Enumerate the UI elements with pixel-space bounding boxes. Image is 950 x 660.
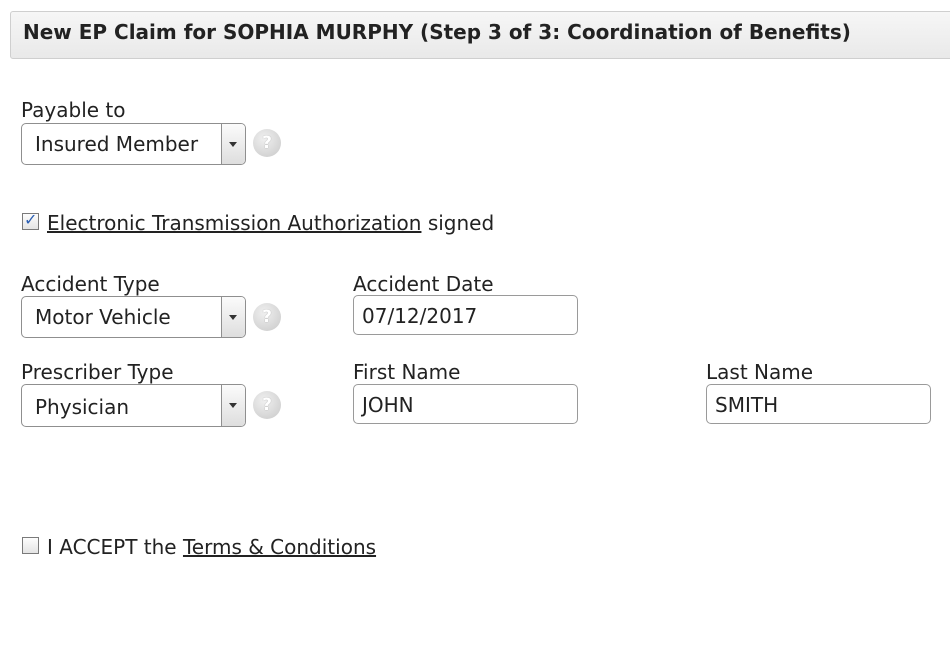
terms-link[interactable]: Terms & Conditions xyxy=(183,535,376,559)
accident-date-input[interactable]: 07/12/2017 xyxy=(353,295,578,335)
eta-checkbox[interactable]: ✓ xyxy=(22,210,39,230)
terms-prefix: I ACCEPT the xyxy=(47,535,177,559)
payable-to-select[interactable]: Insured Member xyxy=(21,123,246,165)
last-name-value: SMITH xyxy=(715,393,779,417)
prescriber-type-label: Prescriber Type xyxy=(21,360,174,384)
first-name-value: JOHN xyxy=(362,393,414,417)
page-header: New EP Claim for SOPHIA MURPHY (Step 3 o… xyxy=(10,11,950,59)
prescriber-type-select[interactable]: Physician xyxy=(21,384,246,427)
help-icon[interactable]: ? xyxy=(253,129,281,157)
accident-type-select[interactable]: Motor Vehicle xyxy=(21,296,246,338)
last-name-label: Last Name xyxy=(706,360,814,384)
eta-text: Electronic Transmission Authorization si… xyxy=(47,211,494,235)
payable-to-value: Insured Member xyxy=(35,132,199,156)
help-icon[interactable]: ? xyxy=(253,391,281,419)
accident-date-label: Accident Date xyxy=(353,272,494,296)
help-icon[interactable]: ? xyxy=(253,303,281,331)
terms-text: I ACCEPT the Terms & Conditions xyxy=(47,535,376,559)
accident-date-value: 07/12/2017 xyxy=(362,304,478,328)
terms-checkbox[interactable] xyxy=(22,537,39,554)
first-name-input[interactable]: JOHN xyxy=(353,384,578,424)
chevron-down-icon[interactable] xyxy=(221,297,245,337)
page-title: New EP Claim for SOPHIA MURPHY (Step 3 o… xyxy=(23,20,851,44)
accident-type-label: Accident Type xyxy=(21,272,160,296)
last-name-input[interactable]: SMITH xyxy=(706,384,931,424)
checkmark-icon: ✓ xyxy=(24,210,38,229)
first-name-label: First Name xyxy=(353,360,461,384)
accident-type-value: Motor Vehicle xyxy=(35,305,171,329)
eta-link[interactable]: Electronic Transmission Authorization xyxy=(47,211,421,235)
prescriber-type-value: Physician xyxy=(35,395,130,419)
chevron-down-icon[interactable] xyxy=(221,385,245,426)
eta-suffix: signed xyxy=(427,211,495,235)
chevron-down-icon[interactable] xyxy=(221,124,245,164)
payable-to-label: Payable to xyxy=(21,98,126,122)
